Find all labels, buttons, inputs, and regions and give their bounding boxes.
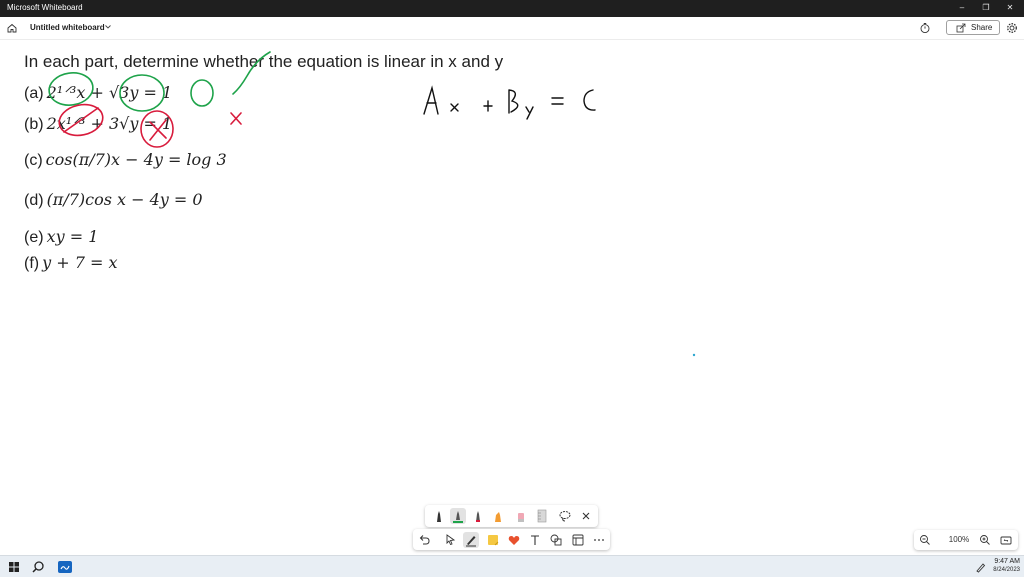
equation: 2x¹ᐟ³ + 3√y = 1 (46, 114, 173, 133)
part-label: (d) (24, 192, 44, 209)
clock-date[interactable]: 8/24/2023 (989, 567, 1020, 573)
zoom-out-icon[interactable] (917, 532, 933, 548)
orange-highlighter-icon[interactable] (490, 508, 506, 524)
part-e: (e) xy = 1 (24, 227, 98, 247)
handwritten-y (525, 106, 534, 120)
eraser-icon[interactable] (513, 508, 529, 524)
whiteboard-app-icon[interactable] (57, 559, 73, 575)
share-label: Share (971, 23, 993, 32)
taskbar: 9:47 AM 8/24/2023 (0, 555, 1024, 577)
part-label: (b) (24, 116, 44, 133)
app-header: Untitled whiteboard Share (0, 17, 1024, 40)
equation: (π/7)cos x − 4y = 0 (46, 190, 203, 209)
part-label: (c) (24, 152, 43, 169)
select-icon[interactable] (442, 532, 458, 548)
lasso-icon[interactable] (557, 508, 573, 524)
text-icon[interactable] (527, 532, 543, 548)
ruler-icon[interactable] (534, 508, 550, 524)
part-d: (d) (π/7)cos x − 4y = 0 (24, 190, 203, 210)
close-icon[interactable] (578, 508, 594, 524)
restore-icon[interactable]: ❐ (975, 1, 997, 15)
shapes-icon[interactable] (548, 532, 564, 548)
zoom-in-icon[interactable] (977, 532, 993, 548)
pen-tray (425, 505, 598, 527)
part-c: (c) cos(π/7)x − 4y = log 3 (24, 150, 227, 170)
fit-to-screen-icon[interactable] (998, 532, 1014, 548)
handwritten-C (583, 89, 596, 111)
handwritten-A (423, 85, 439, 115)
note-icon[interactable] (485, 532, 501, 548)
red-cross-mark (230, 112, 242, 125)
part-label: (f) (24, 255, 40, 272)
part-a: (a) 2¹ᐟ³x + √3y = 1 (24, 83, 172, 103)
windows-start-icon[interactable] (6, 559, 22, 575)
zoom-controls: 100% (914, 530, 1018, 550)
black-pen-icon[interactable] (431, 508, 447, 524)
board-title[interactable]: Untitled whiteboard (30, 23, 105, 32)
timer-icon[interactable] (919, 22, 931, 34)
search-icon[interactable] (30, 559, 46, 575)
equation: 2¹ᐟ³x + √3y = 1 (46, 83, 173, 102)
chevron-down-icon[interactable] (104, 22, 112, 32)
clock-time[interactable]: 9:47 AM (992, 558, 1020, 565)
close-window-icon[interactable]: ✕ (999, 1, 1021, 15)
green-pen-icon[interactable] (450, 508, 466, 524)
part-label: (e) (24, 229, 44, 246)
problem-statement: In each part, determine whether the equa… (24, 52, 504, 71)
handwritten-x (450, 103, 459, 112)
app-title: Microsoft Whiteboard (7, 3, 83, 12)
handwritten-plus (483, 100, 493, 112)
handwritten-B (508, 89, 519, 114)
more-options-icon[interactable] (591, 532, 607, 548)
stray-ink-dot (692, 353, 696, 357)
reaction-icon[interactable] (506, 532, 522, 548)
main-toolbar (413, 529, 610, 550)
whiteboard-canvas[interactable]: In each part, determine whether the equa… (0, 40, 1024, 555)
part-f: (f) y + 7 = x (24, 253, 118, 273)
red-pen-icon[interactable] (470, 508, 486, 524)
template-icon[interactable] (570, 532, 586, 548)
inking-icon[interactable] (463, 532, 479, 548)
part-b: (b) 2x¹ᐟ³ + 3√y = 1 (24, 114, 172, 134)
equation: y + 7 = x (42, 253, 118, 272)
zoom-level[interactable]: 100% (945, 535, 973, 544)
undo-icon[interactable] (416, 532, 432, 548)
title-bar: Microsoft Whiteboard – ❐ ✕ (0, 0, 1024, 17)
home-icon[interactable] (6, 22, 18, 34)
part-label: (a) (24, 85, 44, 102)
share-icon (956, 23, 966, 33)
green-circle-constant (190, 79, 214, 107)
gear-icon[interactable] (1006, 22, 1018, 34)
equation: xy = 1 (46, 227, 99, 246)
handwritten-equals (551, 97, 564, 105)
equation: cos(π/7)x − 4y = log 3 (45, 150, 227, 169)
pen-menu-icon[interactable] (973, 559, 989, 575)
share-button[interactable]: Share (946, 20, 1000, 35)
minimize-icon[interactable]: – (951, 1, 973, 15)
